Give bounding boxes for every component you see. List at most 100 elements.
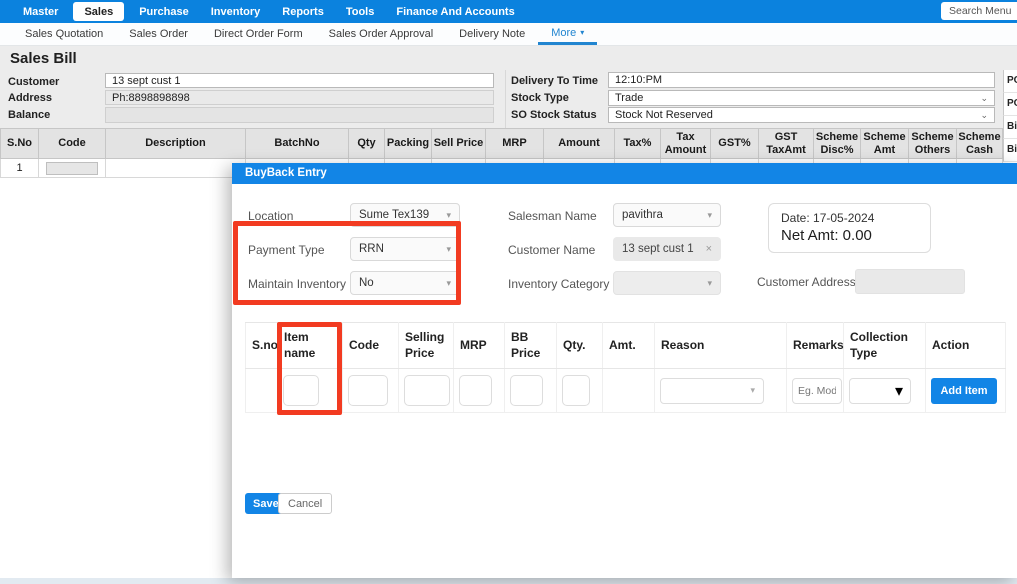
col-description: Description (106, 129, 246, 159)
so-stock-status-select[interactable]: Stock Not Reserved ⌄ (608, 107, 995, 123)
location-value: Sume Tex139 (359, 209, 429, 221)
col-collection-type: Collection Type (844, 323, 926, 369)
col-bb-price: BB Price (505, 323, 557, 369)
remove-icon[interactable]: × (706, 243, 712, 255)
chevron-down-icon: ▾ (580, 28, 584, 37)
customer-name-value: 13 sept cust 1 (622, 243, 694, 255)
customer-input[interactable] (105, 73, 494, 88)
salesman-name-label: Salesman Name (508, 209, 597, 223)
subnav-more-dropdown[interactable]: More ▾ (538, 23, 597, 45)
nav-item-sales[interactable]: Sales (73, 2, 124, 21)
address-input[interactable] (105, 90, 494, 105)
delivery-to-time-input[interactable] (608, 72, 995, 88)
col-item-name: Item name (278, 323, 343, 369)
maintain-inventory-label: Maintain Inventory (248, 277, 346, 291)
col-sno: S.No (1, 129, 39, 159)
buyback-items-table: S.no Item name Code Selling Price MRP BB… (245, 322, 1006, 413)
reason-select[interactable]: ▾ (660, 378, 764, 404)
nav-item-purchase[interactable]: Purchase (128, 0, 200, 23)
remarks-input[interactable] (792, 378, 842, 404)
dropdown-caret-icon: ▾ (750, 385, 755, 396)
payment-type-select[interactable]: RRN ▾ (350, 237, 460, 261)
nav-item-finance[interactable]: Finance And Accounts (385, 0, 525, 23)
col-amount: Amount (544, 129, 615, 159)
page-title: Sales Bill (0, 46, 1017, 70)
col-packing: Packing (385, 129, 432, 159)
selling-price-input[interactable] (404, 375, 450, 406)
nav-item-master[interactable]: Master (12, 0, 69, 23)
bb-price-input[interactable] (510, 375, 543, 406)
customer-address-label: Customer Address (757, 275, 856, 289)
add-item-button[interactable]: Add Item (931, 378, 997, 404)
collection-type-select[interactable]: ▾ (849, 378, 911, 404)
nav-item-reports[interactable]: Reports (271, 0, 335, 23)
maintain-inventory-select[interactable]: No ▾ (350, 271, 460, 295)
salesman-value: pavithra (622, 209, 663, 221)
dropdown-caret-icon: ▾ (446, 279, 451, 288)
col-mrp: MRP (486, 129, 544, 159)
col-remarks: Remarks (787, 323, 844, 369)
nav-item-inventory[interactable]: Inventory (200, 0, 272, 23)
po-label: PO (1003, 70, 1017, 93)
row-code-cell (39, 159, 106, 178)
payment-type-value: RRN (359, 243, 384, 255)
modal-title: BuyBack Entry (232, 163, 1017, 184)
subnav-direct-order-form[interactable]: Direct Order Form (201, 23, 316, 45)
qty-input[interactable] (562, 375, 590, 406)
item-code-input[interactable] (348, 375, 388, 406)
col-tax-pct: Tax% (615, 129, 661, 159)
col-qty: Qty. (557, 323, 603, 369)
customer-address-input[interactable] (855, 269, 965, 294)
col-scheme-disc: Scheme Disc% (814, 129, 861, 159)
location-label: Location (248, 209, 293, 223)
subnav-sales-order[interactable]: Sales Order (116, 23, 201, 45)
bill-label: Bill (1003, 139, 1017, 162)
dropdown-caret-icon: ▾ (895, 381, 903, 401)
salesman-select[interactable]: pavithra ▾ (613, 203, 721, 227)
code-input[interactable] (46, 162, 98, 175)
subnav-sales-quotation[interactable]: Sales Quotation (12, 23, 116, 45)
col-tax-amount: Tax Amount (661, 129, 711, 159)
mrp-input[interactable] (459, 375, 492, 406)
subnav-delivery-note[interactable]: Delivery Note (446, 23, 538, 45)
po-label: PO (1003, 93, 1017, 116)
page-bottom-strip (0, 578, 1017, 584)
col-mrp: MRP (454, 323, 505, 369)
so-stock-status-value: Stock Not Reserved (615, 109, 713, 121)
col-amt: Amt. (603, 323, 655, 369)
cancel-button[interactable]: Cancel (278, 493, 332, 514)
customer-name-label: Customer Name (508, 243, 595, 257)
buyback-table-header-row: S.no Item name Code Selling Price MRP BB… (246, 323, 1006, 369)
col-sno: S.no (246, 323, 278, 369)
col-selling-price: Selling Price (399, 323, 454, 369)
customer-label: Customer (8, 76, 59, 88)
customer-name-chip[interactable]: 13 sept cust 1 × (613, 237, 721, 261)
sales-sub-nav: Sales Quotation Sales Order Direct Order… (0, 23, 1017, 46)
bill-table-header-row: S.No Code Description BatchNo Qty Packin… (1, 129, 1003, 159)
item-name-input[interactable] (283, 375, 319, 406)
address-label: Address (8, 92, 52, 104)
chevron-down-icon: ⌄ (980, 94, 988, 103)
inventory-category-label: Inventory Category (508, 277, 609, 291)
stock-type-label: Stock Type (511, 92, 569, 104)
dropdown-caret-icon: ▾ (707, 279, 712, 288)
date-netamt-box: Date: 17-05-2024 Net Amt: 0.00 (768, 203, 931, 253)
col-reason: Reason (655, 323, 787, 369)
stock-type-select[interactable]: Trade ⌄ (608, 90, 995, 106)
buyback-entry-modal: BuyBack Entry Location Sume Tex139 ▾ Sal… (232, 163, 1017, 578)
dropdown-caret-icon: ▾ (707, 211, 712, 220)
buyback-table-entry-row: ▾ ▾ Add Item (246, 369, 1006, 413)
search-menu-input[interactable] (941, 2, 1017, 20)
col-gst-taxamt: GST TaxAmt (759, 129, 814, 159)
balance-input[interactable] (105, 107, 494, 123)
inventory-category-select[interactable]: ▾ (613, 271, 721, 295)
payment-type-label: Payment Type (248, 243, 325, 257)
col-code: Code (343, 323, 399, 369)
nav-item-tools[interactable]: Tools (335, 0, 386, 23)
location-select[interactable]: Sume Tex139 ▾ (350, 203, 460, 227)
stock-type-value: Trade (615, 92, 643, 104)
dropdown-caret-icon: ▾ (446, 245, 451, 254)
subnav-sales-order-approval[interactable]: Sales Order Approval (316, 23, 447, 45)
date-text: Date: 17-05-2024 (781, 211, 930, 225)
row-sno: 1 (1, 159, 39, 178)
